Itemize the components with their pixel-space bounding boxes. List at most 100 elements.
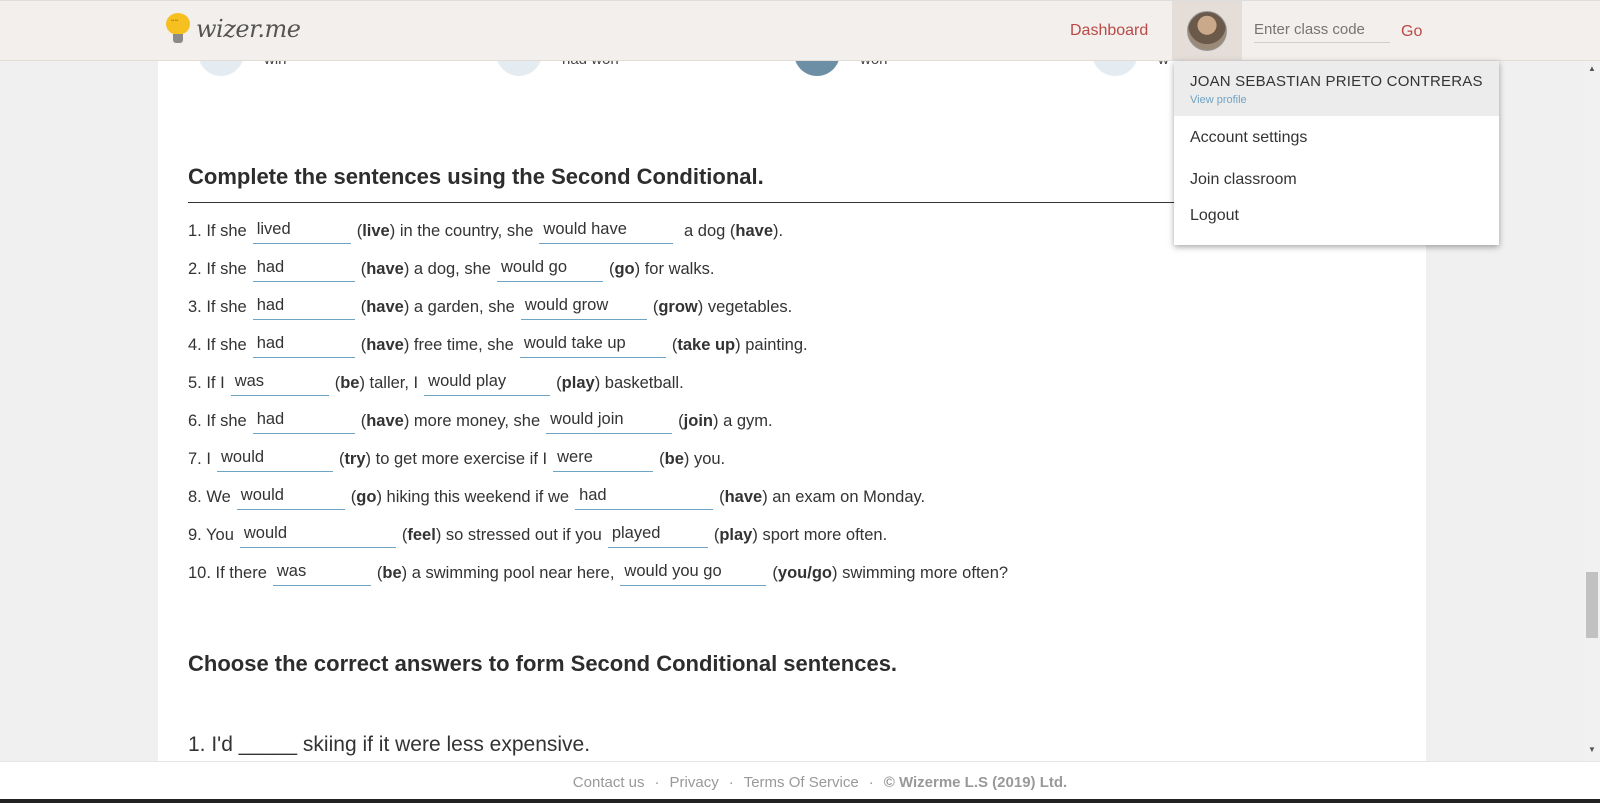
verb-hint: be bbox=[382, 563, 402, 582]
answer-field[interactable]: had bbox=[252, 332, 355, 358]
view-profile-link[interactable]: View profile bbox=[1190, 94, 1483, 106]
sentence-text: 2. If she bbox=[188, 259, 247, 278]
verb-hint: you/go bbox=[777, 563, 832, 582]
sentence-text: 1. If she bbox=[188, 221, 247, 240]
scroll-down-icon[interactable]: ▼ bbox=[1588, 745, 1596, 754]
copyright: © Wizerme L.S (2019) Ltd. bbox=[883, 774, 1068, 791]
sentence-text: so stressed out if you bbox=[441, 525, 602, 544]
account-settings-item[interactable]: Account settings bbox=[1190, 129, 1307, 147]
sentence-text: sport more often. bbox=[757, 525, 888, 544]
footer-separator: · bbox=[728, 774, 734, 791]
answer-field[interactable]: would take up bbox=[519, 332, 666, 358]
sentence-text: free time, she bbox=[409, 335, 514, 354]
user-dropdown-menu: JOAN SEBASTIAN PRIETO CONTRERAS View pro… bbox=[1174, 61, 1499, 245]
dashboard-link[interactable]: Dashboard bbox=[1070, 22, 1148, 40]
sentence-text: you. bbox=[689, 449, 726, 468]
answer-field[interactable]: would join bbox=[546, 408, 673, 434]
sentence-text: vegetables. bbox=[703, 297, 793, 316]
sentence-text: a dog ( bbox=[679, 221, 736, 240]
verb-hint: join bbox=[683, 411, 713, 430]
answer-field[interactable]: had bbox=[252, 256, 355, 282]
taskbar-strip bbox=[0, 799, 1600, 803]
sentence-row: 5. If Iwas(be) taller, Iwould play(play)… bbox=[188, 364, 1008, 402]
answer-field[interactable]: lived bbox=[252, 218, 351, 244]
answer-field[interactable]: played bbox=[607, 522, 708, 548]
answer-field[interactable]: was bbox=[272, 560, 371, 586]
answer-field[interactable]: was bbox=[230, 370, 329, 396]
sentence-text: ). bbox=[773, 221, 784, 240]
answer-field[interactable]: would you go bbox=[620, 560, 767, 586]
sentence-row: 7. Iwould(try) to get more exercise if I… bbox=[188, 440, 1008, 478]
terms-link[interactable]: Terms Of Service bbox=[744, 774, 859, 791]
wizer-logo[interactable]: ᵕᵕ wizer.me bbox=[166, 13, 301, 45]
answer-field[interactable]: would go bbox=[496, 256, 603, 282]
class-code-input[interactable] bbox=[1254, 19, 1390, 43]
user-name: JOAN SEBASTIAN PRIETO CONTRERAS bbox=[1190, 73, 1483, 90]
sentence-text: a dog, she bbox=[409, 259, 491, 278]
answer-field[interactable]: would bbox=[239, 522, 396, 548]
contact-us-link[interactable]: Contact us bbox=[573, 774, 645, 791]
section-title-complete: Complete the sentences using the Second … bbox=[188, 164, 764, 189]
sentence-text: 5. If I bbox=[188, 373, 225, 392]
sentence-row: 3. If she had(have) a garden, she would gr… bbox=[188, 288, 1008, 326]
footer: Contact us · Privacy · Terms Of Service … bbox=[0, 761, 1600, 803]
sentence-text: 9. You bbox=[188, 525, 234, 544]
footer-separator: · bbox=[868, 774, 874, 791]
lightbulb-icon: ᵕᵕ bbox=[166, 13, 190, 45]
logout-item[interactable]: Logout bbox=[1190, 207, 1239, 225]
user-menu-toggle[interactable] bbox=[1172, 1, 1242, 61]
answer-field[interactable]: had bbox=[252, 294, 355, 320]
sentence-row: 1. If she lived(live) in the country, she… bbox=[188, 212, 1008, 250]
verb-hint: try bbox=[344, 449, 366, 468]
join-classroom-item[interactable]: Join classroom bbox=[1190, 171, 1297, 189]
sentence-text: a gym. bbox=[718, 411, 773, 430]
sentence-row: 8. We would(go) hiking this weekend if we… bbox=[188, 478, 1008, 516]
footer-separator: · bbox=[654, 774, 660, 791]
verb-hint: play bbox=[719, 525, 753, 544]
top-navbar: ᵕᵕ wizer.me Dashboard Go bbox=[0, 0, 1600, 61]
answer-field[interactable]: would bbox=[236, 484, 345, 510]
verb-hint: have bbox=[366, 411, 404, 430]
sentence-text: 8. We bbox=[188, 487, 231, 506]
answer-field[interactable]: had bbox=[575, 484, 714, 510]
sentence-list: 1. If she lived(live) in the country, she… bbox=[188, 212, 1008, 592]
logo-text: wizer.me bbox=[196, 15, 301, 43]
verb-hint: grow bbox=[658, 297, 698, 316]
verb-hint: live bbox=[362, 221, 390, 240]
sentence-row: 4. If she had(have) free time, she would t… bbox=[188, 326, 1008, 364]
sentence-text: 7. I bbox=[188, 449, 211, 468]
sentence-text: basketball. bbox=[600, 373, 684, 392]
verb-hint: have bbox=[366, 297, 404, 316]
scrollbar-track[interactable] bbox=[1584, 61, 1600, 761]
verb-hint: be bbox=[664, 449, 684, 468]
sentence-text: 3. If she bbox=[188, 297, 247, 316]
answer-field[interactable]: would play bbox=[424, 370, 551, 396]
answer-field[interactable]: had bbox=[252, 408, 355, 434]
privacy-link[interactable]: Privacy bbox=[670, 774, 719, 791]
section-title-choose: Choose the correct answers to form Secon… bbox=[188, 651, 898, 676]
sentence-text: for walks. bbox=[640, 259, 715, 278]
verb-hint: take up bbox=[677, 335, 736, 354]
scrollbar-thumb[interactable] bbox=[1586, 572, 1598, 638]
verb-hint: go bbox=[356, 487, 377, 506]
profile-header[interactable]: JOAN SEBASTIAN PRIETO CONTRERAS View pro… bbox=[1174, 61, 1499, 116]
verb-hint: have bbox=[366, 259, 404, 278]
sentence-text: a garden, she bbox=[409, 297, 515, 316]
sentence-row: 6. If she had(have) more money, she would … bbox=[188, 402, 1008, 440]
answer-field[interactable]: would bbox=[216, 446, 333, 472]
answer-field[interactable]: would have bbox=[539, 218, 674, 244]
sentence-text: 4. If she bbox=[188, 335, 247, 354]
sentence-text: in the country, she bbox=[395, 221, 534, 240]
go-button[interactable]: Go bbox=[1401, 23, 1422, 41]
verb-hint: feel bbox=[407, 525, 436, 544]
answer-field[interactable]: would grow bbox=[520, 294, 647, 320]
sentence-row: 9. You would(feel) so stressed out if you… bbox=[188, 516, 1008, 554]
answer-field[interactable]: were bbox=[553, 446, 654, 472]
sentence-text: swimming more often? bbox=[837, 563, 1009, 582]
verb-hint: have bbox=[735, 221, 773, 240]
verb-hint: have bbox=[366, 335, 404, 354]
scroll-up-icon[interactable]: ▲ bbox=[1588, 64, 1596, 73]
avatar[interactable] bbox=[1187, 11, 1227, 51]
sentence-text: more money, she bbox=[409, 411, 541, 430]
question-text: 1. I'd _____ skiing if it were less expe… bbox=[188, 733, 591, 756]
